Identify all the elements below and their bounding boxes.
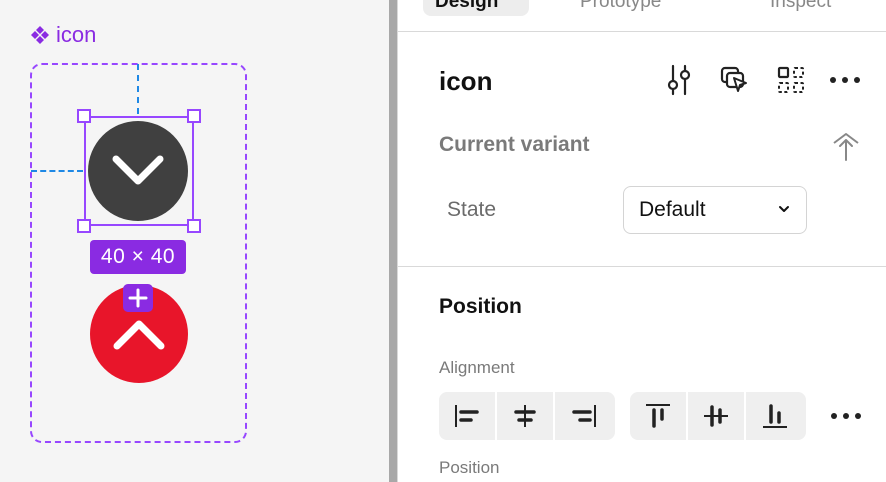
app-window: icon 40 × 40 Design Prototype Inspect ic… (0, 0, 886, 482)
component-set-name: icon (56, 22, 97, 47)
align-right-button[interactable] (555, 392, 613, 440)
chevron-up-icon (113, 320, 165, 350)
vertical-align-group (630, 392, 806, 440)
resize-handle-bottom-left[interactable] (77, 219, 91, 233)
component-set-icon (31, 26, 49, 44)
adjust-icon[interactable] (663, 64, 695, 96)
align-top-button[interactable] (630, 392, 688, 440)
resize-handle-top-left[interactable] (77, 109, 91, 123)
resize-handle-top-right[interactable] (187, 109, 201, 123)
upload-icon[interactable] (830, 130, 862, 162)
selection-box[interactable] (84, 116, 194, 226)
more-alignment-button[interactable] (828, 398, 864, 434)
align-bottom-button[interactable] (746, 392, 804, 440)
tab-inspect[interactable]: Inspect (758, 0, 858, 16)
resize-handle-bottom-right[interactable] (187, 219, 201, 233)
size-badge: 40 × 40 (90, 240, 186, 274)
select-instance-icon[interactable] (719, 64, 751, 96)
align-vertical-middle-button[interactable] (688, 392, 746, 440)
more-icon[interactable] (829, 64, 861, 96)
state-select[interactable]: Default (623, 186, 807, 234)
align-center-horizontal-icon (514, 405, 536, 427)
align-middle-vertical-icon (704, 405, 728, 427)
panel-resize-handle[interactable] (389, 0, 397, 482)
canvas[interactable]: icon 40 × 40 (0, 0, 389, 482)
align-left-button[interactable] (439, 392, 497, 440)
tab-prototype[interactable]: Prototype (568, 0, 718, 16)
component-set-label[interactable]: icon (30, 22, 96, 48)
position-label: Position (439, 458, 500, 477)
spacing-guide-vertical (137, 64, 139, 114)
component-grid-icon[interactable] (775, 64, 807, 96)
plus-icon (128, 288, 148, 308)
more-icon (831, 413, 861, 419)
chevron-down-icon (779, 206, 789, 212)
state-select-value: Default (639, 198, 706, 221)
spacing-guide-horizontal (31, 170, 83, 172)
horizontal-align-group (439, 392, 615, 440)
alignment-label: Alignment (439, 358, 515, 377)
selection-title: icon (439, 66, 493, 96)
add-variant-button[interactable] (123, 284, 153, 312)
align-top-icon (646, 404, 670, 428)
property-label-state: State (447, 198, 497, 221)
align-left-icon (455, 405, 479, 427)
panel-tabs: Design Prototype Inspect (398, 0, 886, 32)
properties-panel: Design Prototype Inspect icon Current va… (397, 0, 886, 482)
tab-design[interactable]: Design (423, 0, 529, 16)
current-variant-label: Current variant (439, 133, 590, 156)
section-divider (398, 266, 886, 267)
position-section-title: Position (439, 295, 522, 318)
align-bottom-icon (763, 404, 787, 428)
align-horizontal-center-button[interactable] (497, 392, 555, 440)
align-right-icon (572, 405, 596, 427)
